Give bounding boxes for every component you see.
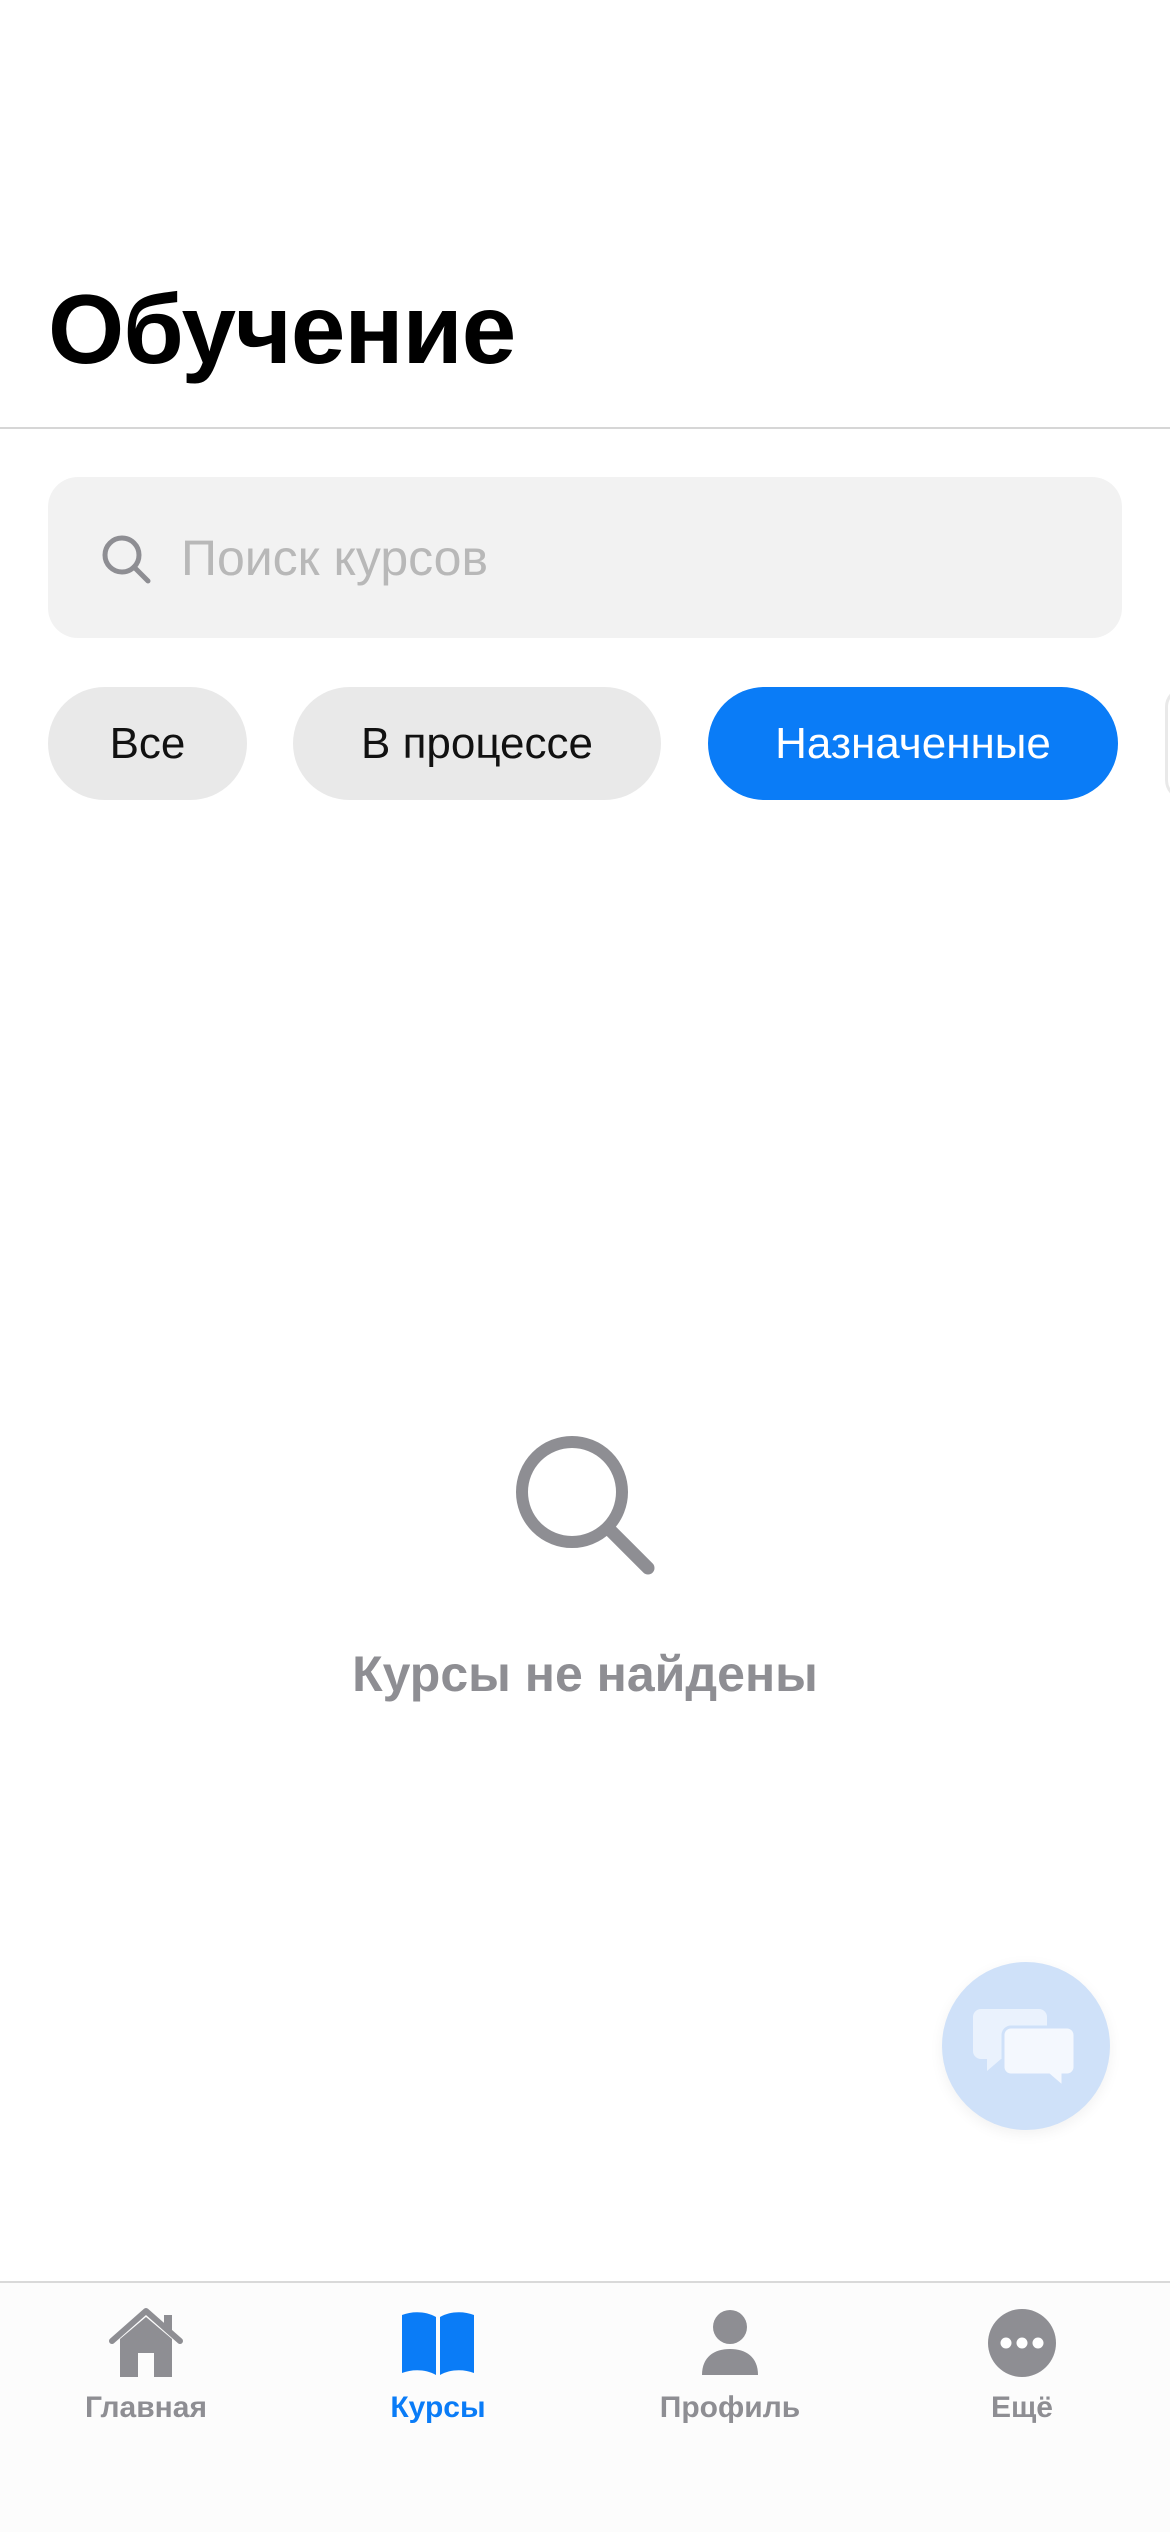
search-input[interactable]: [181, 477, 1081, 638]
search-icon: [516, 1436, 655, 1575]
filter-chip-all[interactable]: Все: [48, 687, 247, 800]
tab-profile[interactable]: Профиль: [584, 2303, 876, 2443]
tab-courses[interactable]: Курсы: [292, 2303, 584, 2443]
filter-chip-label: Назначенные: [775, 718, 1051, 768]
tab-label: Профиль: [659, 2391, 801, 2424]
book-icon: [402, 2312, 474, 2375]
filter-chip-offscreen[interactable]: [1165, 687, 1170, 800]
tab-label: Главная: [84, 2391, 207, 2424]
filter-chip-in-progress[interactable]: В процессе: [293, 687, 661, 800]
filter-chip-label: В процессе: [361, 718, 593, 768]
tab-more[interactable]: Ещё: [876, 2303, 1168, 2443]
search-icon: [102, 535, 151, 584]
filter-chips: Все В процессе Назначенные: [0, 687, 1170, 800]
house-icon: [109, 2308, 183, 2377]
tab-home[interactable]: Главная: [0, 2303, 292, 2443]
chat-bubbles-icon: [973, 2009, 1077, 2091]
tab-bar: Главная Курсы Профиль Ещё: [0, 2281, 1170, 2532]
page-title: Обучение: [48, 274, 516, 384]
ellipsis-circle-icon: [988, 2309, 1056, 2377]
tab-label: Курсы: [390, 2391, 486, 2424]
courses-screen: Обучение Все В процессе Назначенные Курс…: [0, 0, 1170, 2532]
empty-state-message: Курсы не найдены: [352, 1646, 818, 1702]
tab-label: Ещё: [990, 2391, 1053, 2424]
chat-button[interactable]: [942, 1962, 1110, 2130]
filter-chip-label: Все: [109, 718, 186, 768]
search-bar[interactable]: [48, 477, 1122, 638]
filter-chip-assigned[interactable]: Назначенные: [708, 687, 1118, 800]
title-divider: [0, 427, 1170, 429]
person-icon: [702, 2310, 758, 2375]
